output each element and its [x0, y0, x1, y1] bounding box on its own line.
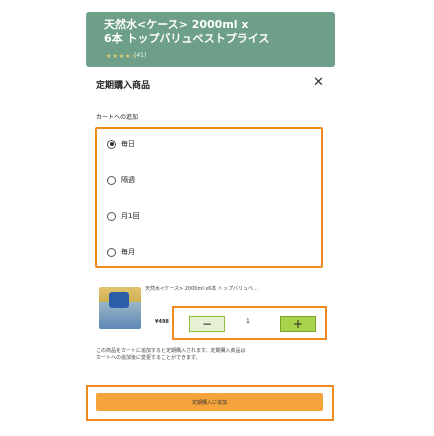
frequency-options: 毎日 隔週 月1回 毎月	[95, 127, 323, 268]
product-name: 天然水<ケース> 2000ml x6本 トップバリュベ…	[145, 286, 259, 292]
decrement-button[interactable]: −	[189, 316, 225, 332]
notice-text: この商品をカートに追加すると定期購入されます。定期購入商品は カートへの追加後に…	[96, 348, 336, 362]
increment-button[interactable]: +	[280, 316, 316, 332]
option-monthly[interactable]: 毎月	[107, 245, 135, 259]
notice-line: この商品をカートに追加すると定期購入されます。定期購入商品は	[96, 348, 246, 354]
notice-line: カートへの追加後に変更することができます。	[96, 355, 201, 361]
option-biweekly[interactable]: 隔週	[107, 173, 135, 187]
option-monthly-once[interactable]: 月1回	[107, 209, 139, 223]
banner-title: 天然水<ケース> 2000ml x 6本 トップバリュベストプライス	[104, 18, 270, 45]
product-price: ¥498	[155, 319, 169, 325]
option-label: 毎日	[121, 140, 135, 148]
close-icon[interactable]: ✕	[313, 75, 324, 90]
option-label: 隔週	[121, 176, 135, 184]
product-banner: 天然水<ケース> 2000ml x 6本 トップバリュベストプライス ★★★★☆…	[86, 12, 335, 67]
option-label: 月1回	[121, 212, 140, 220]
product-image	[99, 287, 141, 329]
cta-container: 定期購入に追加	[86, 385, 334, 421]
add-subscription-button[interactable]: 定期購入に追加	[96, 393, 323, 411]
option-daily[interactable]: 毎日	[107, 137, 135, 151]
option-label: 毎月	[121, 248, 135, 256]
dialog-title: 定期購入商品	[96, 81, 151, 91]
review-count: (41)	[134, 52, 147, 59]
quantity-value: 1	[246, 318, 250, 325]
section-label: カートへの追加	[96, 114, 139, 121]
radio-button[interactable]	[107, 139, 116, 149]
radio-button[interactable]	[107, 175, 116, 185]
radio-button[interactable]	[107, 247, 116, 257]
radio-button[interactable]	[107, 211, 116, 221]
quantity-stepper: − 1 +	[172, 306, 327, 340]
